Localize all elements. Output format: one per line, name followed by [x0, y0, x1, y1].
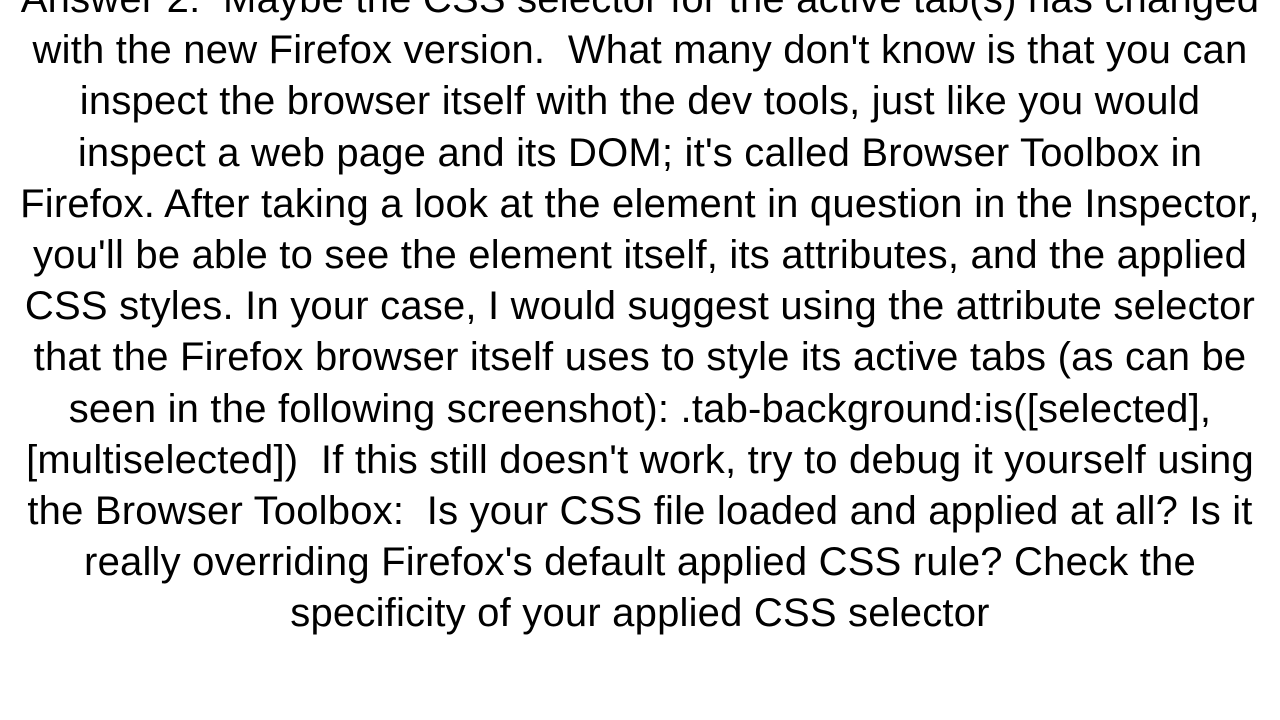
- answer-body-text: Answer 2: Maybe the CSS selector for the…: [20, 0, 1260, 639]
- document-page: Answer 2: Maybe the CSS selector for the…: [0, 0, 1280, 720]
